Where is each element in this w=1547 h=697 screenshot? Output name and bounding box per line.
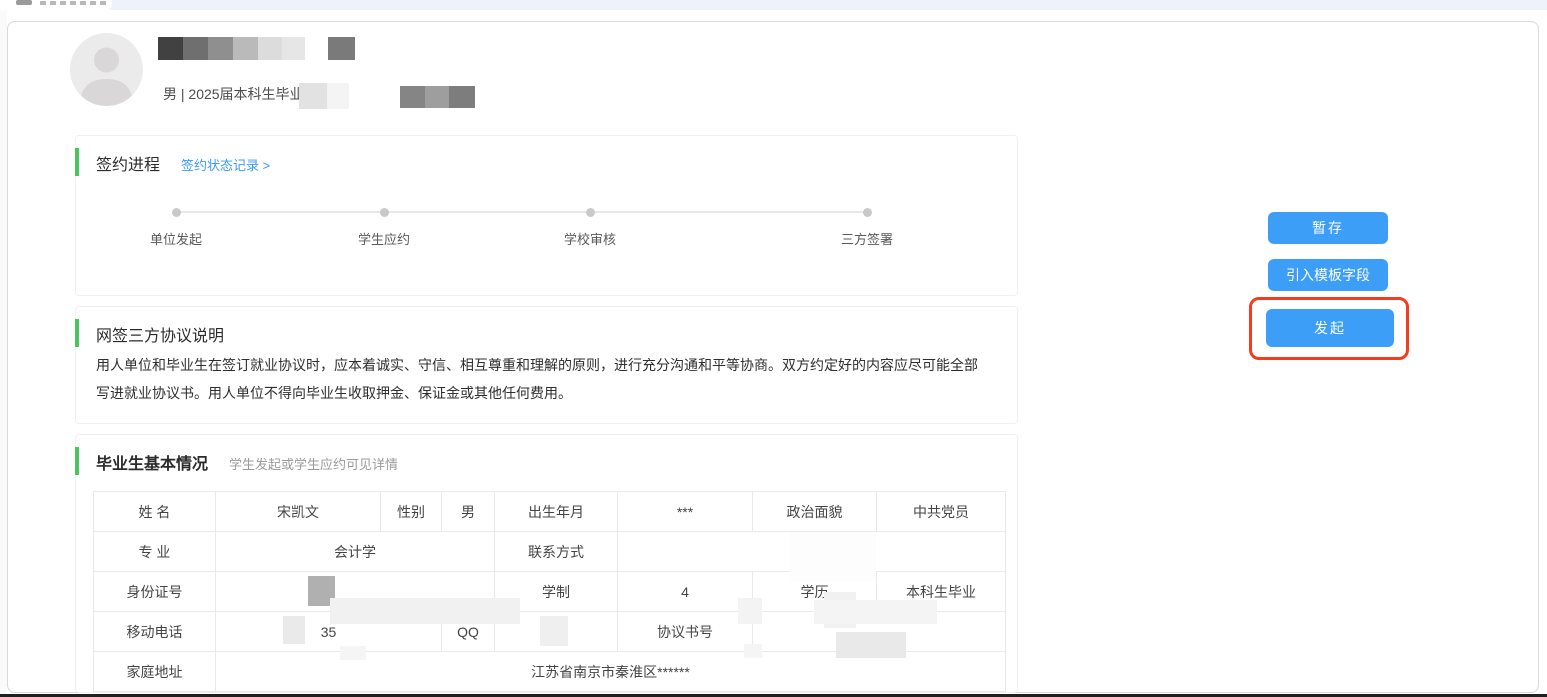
table-row: 姓 名 宋凯文 性别 男 出生年月 *** 政治面貌 中共党员 [94, 492, 1006, 532]
top-tab-strip [0, 0, 1547, 10]
value-political-status: 中共党员 [877, 492, 1006, 532]
profile-gender-line: 男 | 2025届本科生毕业 [163, 84, 304, 104]
section-accent-bar [75, 447, 79, 475]
label-id-number: 身份证号 [94, 572, 216, 612]
value-study-length: 4 [618, 572, 753, 612]
value-name: 宋凯文 [216, 492, 381, 532]
step-dot-4 [863, 208, 872, 217]
label-gender: 性别 [381, 492, 442, 532]
signing-progress-card: 签约进程 签约状态记录 > 单位发起 学生应约 学校审核 三方签署 [75, 135, 1018, 296]
step-label-2: 学生应约 [329, 229, 439, 248]
value-gender: 男 [442, 492, 495, 532]
signing-status-record-link[interactable]: 签约状态记录 > [181, 155, 270, 174]
avatar [70, 33, 143, 106]
browser-tab[interactable] [0, 0, 112, 10]
step-label-1: 单位发起 [121, 229, 231, 248]
save-draft-button[interactable]: 暂存 [1268, 212, 1388, 244]
signing-progress-title: 签约进程 [96, 151, 160, 175]
label-name: 姓 名 [94, 492, 216, 532]
agreement-notice-body: 用人单位和毕业生在签订就业协议时，应本着诚实、守信、相互尊重和理解的原则，进行充… [96, 351, 1001, 407]
step-label-4: 三方签署 [812, 229, 922, 248]
tab-title-redacted [40, 1, 106, 5]
label-birth: 出生年月 [495, 492, 618, 532]
section-accent-bar [75, 319, 79, 347]
value-birth: *** [618, 492, 753, 532]
avatar-person-icon [70, 33, 143, 106]
label-major: 专 业 [94, 532, 216, 572]
label-agreement-number: 协议书号 [618, 612, 753, 652]
label-mobile: 移动电话 [94, 612, 216, 652]
screen: 男 | 2025届本科生毕业 签约进程 签约状态记录 > 单位发起 学生应约 学… [0, 0, 1547, 697]
page-left-gutter [0, 10, 7, 694]
step-dot-2 [380, 208, 389, 217]
agreement-notice-title: 网签三方协议说明 [96, 322, 224, 346]
step-dot-3 [586, 208, 595, 217]
label-contact: 联系方式 [495, 532, 618, 572]
step-dot-1 [172, 208, 181, 217]
stepper-line [176, 211, 867, 213]
graduate-info-subtitle: 学生发起或学生应约可见详情 [229, 454, 398, 473]
tab-favicon-icon [16, 0, 32, 5]
initiate-button[interactable]: 发起 [1266, 309, 1394, 347]
step-label-3: 学校审核 [535, 229, 645, 248]
value-major: 会计学 [216, 532, 495, 572]
section-accent-bar [75, 148, 79, 176]
import-template-fields-button[interactable]: 引入模板字段 [1268, 259, 1388, 291]
agreement-notice-card: 网签三方协议说明 用人单位和毕业生在签订就业协议时，应本着诚实、守信、相互尊重和… [75, 306, 1018, 424]
notice-line-1: 用人单位和毕业生在签订就业协议时，应本着诚实、守信、相互尊重和理解的原则，进行充… [96, 351, 1001, 379]
label-political-status: 政治面貌 [753, 492, 877, 532]
graduate-info-table: 姓 名 宋凯文 性别 男 出生年月 *** 政治面貌 中共党员 专 业 会计学 … [93, 491, 1006, 692]
graduate-info-title: 毕业生基本情况 [96, 450, 208, 474]
notice-line-2: 写进就业协议书。用人单位不得向毕业生收取押金、保证金或其他任何费用。 [96, 379, 1001, 407]
label-home-address: 家庭地址 [94, 652, 216, 692]
